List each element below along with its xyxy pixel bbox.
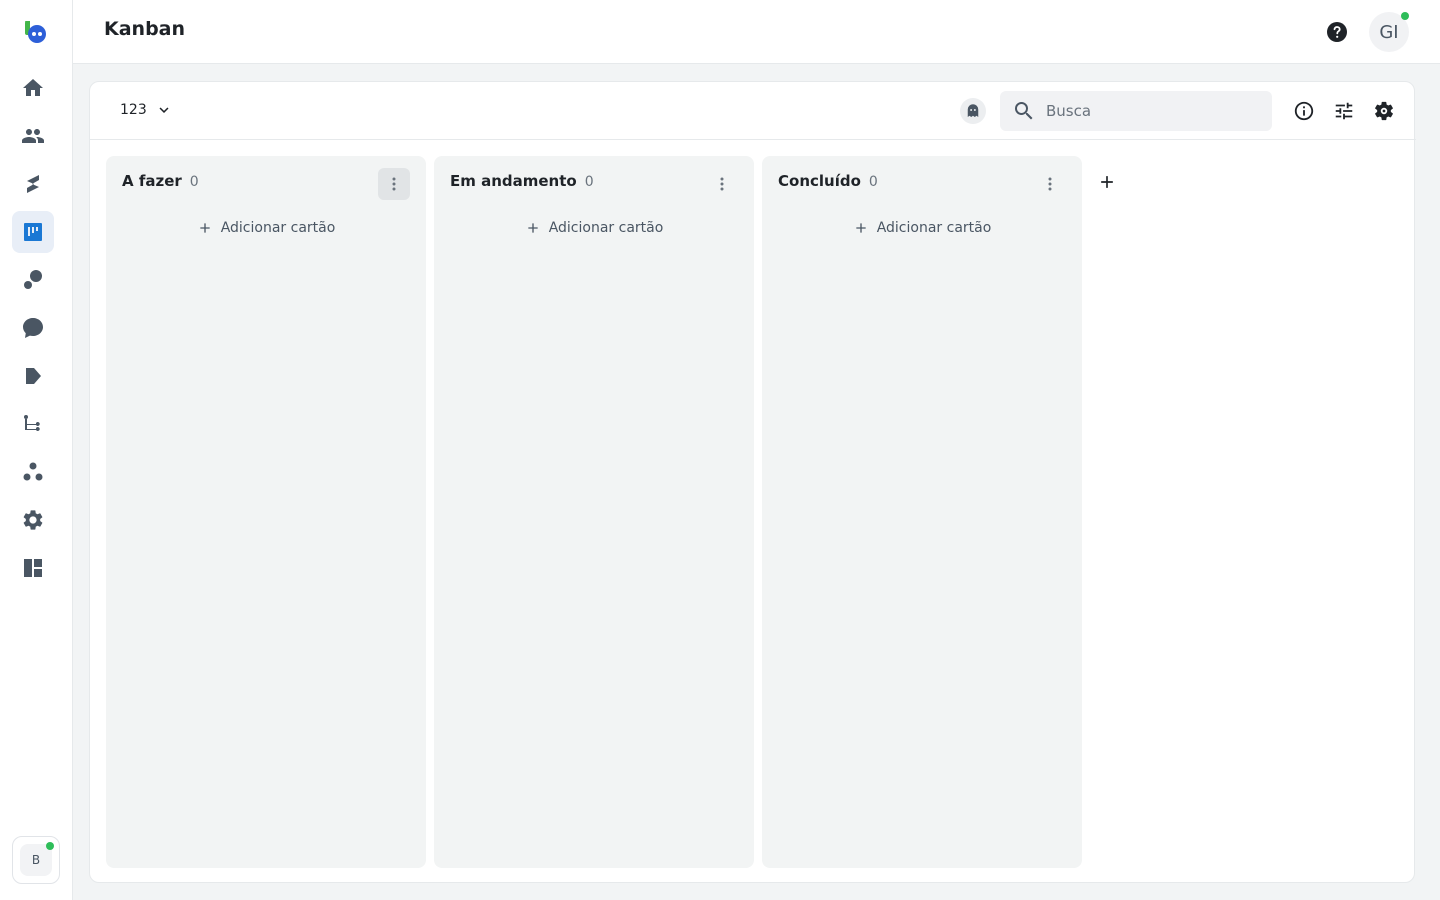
sidebar-item-chat[interactable] (12, 307, 54, 349)
sidebar-item-integrations[interactable] (12, 451, 54, 493)
info-icon (1294, 101, 1314, 121)
app-logo[interactable] (23, 19, 49, 45)
sidebar-item-dashboard[interactable] (12, 547, 54, 589)
page-title: Kanban (104, 18, 186, 40)
sidebar-item-home[interactable] (12, 67, 54, 109)
column-title: Em andamento (450, 172, 577, 190)
add-card-button[interactable]: Adicionar cartão (762, 220, 1082, 236)
ghost-mode-button[interactable] (960, 98, 986, 124)
column-count: 0 (189, 174, 199, 190)
ghost-icon (967, 104, 979, 117)
column-title: Concluído (778, 172, 861, 190)
search-input[interactable] (1046, 102, 1256, 120)
info-button[interactable] (1292, 99, 1316, 123)
column-count: 0 (868, 174, 878, 190)
sidebar-item-tags[interactable] (12, 259, 54, 301)
workspace-switcher[interactable]: B (12, 836, 60, 884)
more-vertical-icon (1048, 177, 1052, 191)
search-icon (1015, 102, 1033, 120)
tune-icon (1335, 102, 1353, 120)
add-card-button[interactable]: Adicionar cartão (106, 220, 426, 236)
kanban-column-a-fazer: A fazer 0 Adicionar cartão (106, 156, 426, 868)
tags-icon (24, 270, 42, 289)
more-vertical-icon (392, 177, 396, 191)
user-online-dot (1401, 12, 1409, 20)
top-bar: Kanban GI (73, 0, 1440, 64)
chat-icon (23, 318, 43, 338)
column-header: Concluído 0 (778, 172, 878, 190)
column-menu-button[interactable] (1034, 168, 1066, 200)
kanban-column-em-andamento: Em andamento 0 Adicionar cartão (434, 156, 754, 868)
column-title: A fazer (122, 172, 182, 190)
contacts-icon (22, 129, 44, 143)
sidebar-item-tickets[interactable] (12, 355, 54, 397)
search-box (1000, 91, 1272, 131)
sidebar-item-settings[interactable] (12, 499, 54, 541)
board-toolbar: 123 (90, 82, 1416, 140)
plus-icon (528, 223, 538, 233)
kanban-icon (24, 223, 42, 241)
column-menu-button[interactable] (378, 168, 410, 200)
column-count: 0 (584, 174, 594, 190)
settings-icon (23, 510, 43, 530)
board-select[interactable]: 123 (120, 101, 173, 119)
plus-icon (1101, 176, 1113, 188)
add-card-button[interactable]: Adicionar cartão (434, 220, 754, 236)
sidebar-item-contacts[interactable] (12, 115, 54, 157)
plus-icon (200, 223, 210, 233)
sidebar-item-flows[interactable] (12, 403, 54, 445)
sidebar-item-campaigns[interactable] (12, 163, 54, 205)
more-vertical-icon (720, 177, 724, 191)
board-settings-button[interactable] (1372, 99, 1396, 123)
tickets-icon (26, 368, 41, 384)
sidebar: B (0, 0, 73, 900)
kanban-panel: 123 A fazer 0 Adicionar ca (89, 81, 1416, 883)
board-name: 123 (120, 102, 147, 118)
column-header: Em andamento 0 (450, 172, 594, 190)
help-button[interactable] (1325, 20, 1349, 44)
filter-button[interactable] (1332, 99, 1356, 123)
integrations-icon (23, 462, 43, 481)
user-initials: GI (1379, 21, 1399, 43)
sidebar-item-kanban[interactable] (12, 211, 54, 253)
add-card-label: Adicionar cartão (876, 220, 992, 236)
column-menu-button[interactable] (706, 168, 738, 200)
chevron-down-icon (159, 107, 169, 113)
plus-icon (856, 223, 866, 233)
column-header: A fazer 0 (122, 172, 199, 190)
kanban-column-concluido: Concluído 0 Adicionar cartão (762, 156, 1082, 868)
add-column-button[interactable] (1095, 170, 1119, 194)
home-icon (23, 79, 43, 96)
gear-icon (1375, 101, 1393, 121)
campaigns-icon (27, 175, 39, 193)
flows-icon (24, 415, 40, 431)
add-card-label: Adicionar cartão (548, 220, 664, 236)
help-icon (1327, 22, 1347, 42)
workspace-online-dot (46, 842, 54, 850)
add-card-label: Adicionar cartão (220, 220, 336, 236)
dashboard-icon (24, 559, 42, 577)
